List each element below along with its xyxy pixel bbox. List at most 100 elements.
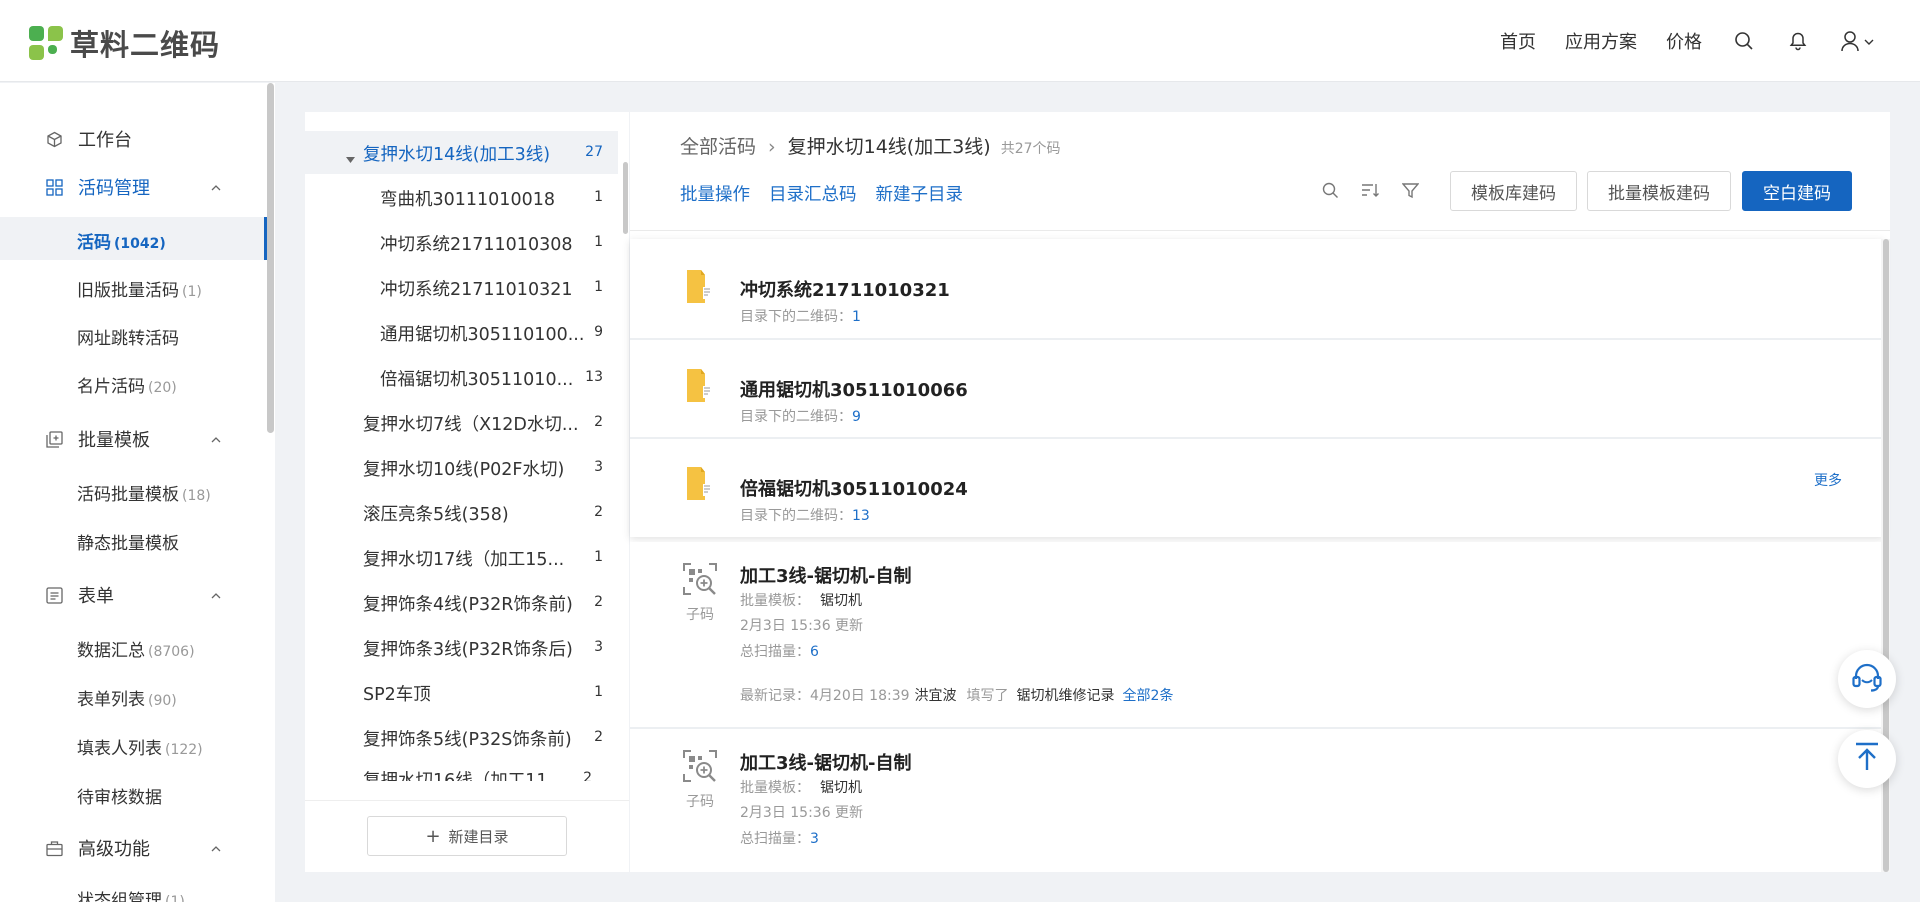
folder-sub-value: 13 (852, 508, 870, 524)
code-updated: 2月3日 15:36 更新 (740, 618, 864, 634)
tree-item[interactable]: 复押饰条4线(P32R饰条前) (363, 591, 573, 616)
folder-title: 通用锯切机30511010066 (740, 380, 968, 401)
batch-operation-link[interactable]: 批量操作 (680, 181, 750, 206)
logo[interactable]: 草料二维码 (29, 22, 220, 64)
sort-icon[interactable] (1360, 180, 1380, 200)
sidebar-item-count: (1042) (114, 236, 166, 252)
back-to-top-button[interactable] (1838, 730, 1896, 788)
sidebar-item-legacy-batch[interactable]: 旧版批量活码 (1) (77, 276, 202, 301)
tree-scrollbar[interactable] (623, 162, 628, 234)
sidebar-item-form-list[interactable]: 表单列表 (90) (77, 685, 177, 710)
customer-service-button[interactable] (1838, 650, 1896, 708)
main-panel: 全部活码 › 复押水切14线(加工3线) 共27个码 批量操作 目录汇总码 新建… (630, 112, 1890, 872)
tree-item[interactable]: 复押水切16线（加工11... (363, 767, 564, 781)
sidebar-item-status-group[interactable]: 状态组管理 (1) (77, 886, 185, 902)
sidebar-item-live-code[interactable]: 活码 (1042) (77, 228, 166, 253)
sidebar-item-label: 活码批量模板 (77, 485, 179, 505)
record-all-link[interactable]: 全部2条 (1123, 688, 1174, 704)
folder-sub-label: 目录下的二维码： (740, 309, 852, 325)
folder-row[interactable]: 倍福锯切机30511010024 目录下的二维码：13 更多 (630, 439, 1884, 537)
sidebar-item-pending-review[interactable]: 待审核数据 (77, 783, 162, 808)
tree-item[interactable]: 滚压亮条5线(358) (363, 501, 509, 526)
tree-item-root[interactable]: 复押水切14线(加工3线) (363, 141, 550, 166)
user-icon[interactable] (1840, 29, 1880, 53)
code-scan-count: 总扫描量：6 (740, 641, 819, 661)
breadcrumb-root[interactable]: 全部活码 (680, 132, 756, 159)
code-row[interactable]: 子码 加工3线-锯切机-自制 批量模板： 锯切机 2月3日 15:36 更新 总扫… (630, 542, 1884, 717)
tree-item-count: 3 (594, 459, 603, 475)
tree-item-count: 1 (594, 234, 603, 250)
sidebar-item-url-redirect[interactable]: 网址跳转活码 (77, 324, 179, 349)
nav-solutions[interactable]: 应用方案 (1565, 28, 1637, 54)
code-title: 加工3线-锯切机-自制 (740, 753, 912, 774)
blank-create-button[interactable]: 空白建码 (1742, 171, 1852, 211)
tree-item[interactable]: 通用锯切机305110100... (380, 321, 584, 346)
tree-item-count: 2 (594, 414, 603, 430)
sidebar-item-count: (90) (148, 693, 177, 709)
sidebar-group-forms[interactable]: 表单 (45, 582, 221, 608)
sidebar-item-filler-list[interactable]: 填表人列表 (122) (77, 734, 203, 759)
record-form-link[interactable]: 锯切机维修记录 (1017, 688, 1115, 704)
new-subfolder-link[interactable]: 新建子目录 (876, 181, 964, 206)
grid-icon (45, 178, 63, 196)
tree-item[interactable]: 复押水切7线（X12D水切... (363, 411, 579, 436)
caret-down-icon[interactable] (346, 149, 355, 168)
sidebar-group-batch-template[interactable]: 批量模板 (45, 426, 221, 452)
sidebar-group-live-code[interactable]: 活码管理 (45, 174, 221, 200)
tree-item-clip: 复押水切16线（加工11... 2 (305, 767, 618, 781)
tree-item[interactable]: 冲切系统21711010308 (380, 231, 572, 256)
tree-item-count: 13 (585, 369, 603, 385)
sidebar-item-count: (20) (148, 380, 177, 396)
sidebar-group-label: 活码管理 (78, 178, 150, 199)
sidebar-item-business-card[interactable]: 名片活码 (20) (77, 372, 177, 397)
sidebar-item-label: 网址跳转活码 (77, 329, 179, 349)
new-folder-button[interactable]: + 新建目录 (367, 816, 567, 856)
tree-item-count: 9 (594, 324, 603, 340)
folder-row[interactable]: 冲切系统21711010321 目录下的二维码：1 (630, 239, 1884, 338)
sidebar-item-label: 状态组管理 (77, 891, 162, 902)
sub-code-icon: 子码 (682, 749, 718, 811)
more-link[interactable]: 更多 (1814, 470, 1842, 490)
logo-text: 草料二维码 (70, 28, 221, 62)
code-row[interactable]: 子码 加工3线-锯切机-自制 批量模板： 锯切机 2月3日 15:36 更新 总扫… (630, 729, 1884, 872)
sidebar-group-advanced[interactable]: 高级功能 (45, 835, 221, 861)
cube-icon (45, 130, 63, 148)
nav-pricing[interactable]: 价格 (1666, 28, 1702, 54)
sidebar-item-count: (18) (182, 488, 211, 504)
folder-subtitle: 目录下的二维码：9 (740, 406, 861, 426)
folder-actions: 批量操作 目录汇总码 新建子目录 (680, 181, 982, 206)
template-label: 批量模板： (740, 593, 810, 609)
folder-sub-value: 9 (852, 409, 861, 425)
record-user: 洪宜波 (914, 688, 957, 704)
tree-item[interactable]: 倍福锯切机30511010... (380, 366, 573, 391)
sidebar-item-live-batch-template[interactable]: 活码批量模板 (18) (77, 480, 211, 505)
tree-item-count: 2 (594, 504, 603, 520)
sidebar-item-label: 静态批量模板 (77, 534, 179, 554)
tree-item[interactable]: 弯曲机30111010018 (380, 186, 555, 211)
tree-item[interactable]: 复押水切10线(P02F水切) (363, 456, 564, 481)
sidebar-item-count: (122) (165, 742, 203, 758)
sidebar-item-static-batch-template[interactable]: 静态批量模板 (77, 529, 179, 554)
tree-item-count: 27 (585, 144, 603, 160)
tree-item[interactable]: 复押饰条5线(P32S饰条前) (363, 726, 572, 751)
template-value: 锯切机 (820, 593, 862, 609)
folder-summary-code-link[interactable]: 目录汇总码 (769, 181, 857, 206)
nav-home[interactable]: 首页 (1500, 28, 1536, 54)
sidebar-item-count: (1) (165, 894, 185, 902)
folder-row[interactable]: 通用锯切机30511010066 目录下的二维码：9 (630, 340, 1884, 437)
tree-item[interactable]: 复押饰条3线(P32R饰条后) (363, 636, 573, 661)
batch-template-create-button[interactable]: 批量模板建码 (1587, 171, 1731, 211)
filter-icon[interactable] (1400, 180, 1420, 200)
bell-icon[interactable] (1786, 29, 1810, 53)
copy-icon (45, 430, 63, 448)
sidebar-scrollbar[interactable] (267, 83, 274, 433)
sidebar-group-workbench[interactable]: 工作台 (45, 126, 220, 152)
tree-item[interactable]: 冲切系统21711010321 (380, 276, 572, 301)
sidebar-item-data-summary[interactable]: 数据汇总 (8706) (77, 636, 195, 661)
template-library-create-button[interactable]: 模板库建码 (1450, 171, 1577, 211)
search-icon[interactable] (1732, 29, 1756, 53)
tree-item[interactable]: SP2车顶 (363, 681, 431, 706)
sidebar-item-count: (1) (182, 284, 202, 300)
search-icon[interactable] (1320, 180, 1340, 200)
tree-item[interactable]: 复押水切17线（加工15... (363, 546, 564, 571)
